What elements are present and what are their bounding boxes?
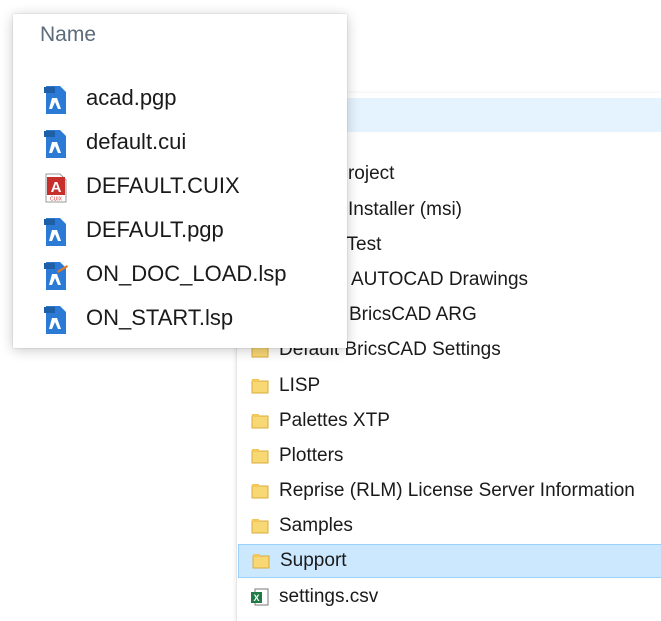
list-item[interactable]: Plotters (238, 439, 661, 473)
lsp-file-icon (43, 305, 69, 335)
folder-icon (251, 551, 271, 571)
file-label: acad.pgp (86, 85, 177, 110)
item-label: BricsCAD ARG (349, 304, 477, 325)
file-label: DEFAULT.CUIX (86, 173, 240, 198)
file-item[interactable]: DEFAULT.pgp (13, 209, 347, 253)
list-item[interactable]: Samples (238, 509, 661, 543)
item-label: AUTOCAD Drawings (351, 269, 529, 290)
item-label: Plotters (279, 445, 344, 466)
folder-icon (250, 376, 270, 396)
file-item[interactable]: ON_DOC_LOAD.lsp (13, 253, 347, 297)
list-item[interactable]: Palettes XTP (238, 404, 661, 438)
file-label: ON_DOC_LOAD.lsp (86, 261, 287, 286)
file-label: DEFAULT.pgp (86, 217, 224, 242)
file-item[interactable]: A CUIX DEFAULT.CUIX (13, 165, 347, 209)
file-item[interactable]: acad.pgp (13, 77, 347, 121)
name-column-header[interactable]: Name (40, 23, 96, 47)
svg-text:X: X (253, 593, 259, 603)
file-label: ON_START.lsp (86, 305, 234, 330)
folder-icon (250, 481, 270, 501)
item-label: Palettes XTP (279, 410, 390, 431)
screenshot-stage: sk Project D Installer (msi) d Test AUTO… (0, 0, 661, 621)
file-item[interactable]: default.cui (13, 121, 347, 165)
svg-text:CUIX: CUIX (50, 197, 63, 203)
list-item-selected[interactable]: Support (238, 544, 661, 578)
item-label: Reprise (RLM) License Server Information (279, 480, 635, 501)
list-item[interactable]: Reprise (RLM) License Server Information (238, 474, 661, 508)
folder-icon (250, 411, 270, 431)
cuix-file-icon: A CUIX (43, 173, 69, 203)
file-popup-panel: Name acad.pgp default.cui A CUIX DEFAULT.… (13, 14, 347, 348)
folder-icon (250, 446, 270, 466)
list-item[interactable]: X settings.csv (238, 580, 661, 614)
item-label: Support (280, 550, 347, 571)
item-label: LISP (279, 375, 321, 396)
lsp-file-icon (43, 261, 69, 291)
list-item[interactable]: LISP (238, 369, 661, 403)
item-label: settings.csv (279, 586, 379, 607)
pgp-file-icon (43, 85, 69, 115)
excel-file-icon: X (250, 587, 270, 607)
folder-icon (250, 516, 270, 536)
svg-text:A: A (51, 179, 62, 196)
cui-file-icon (43, 129, 69, 159)
file-item[interactable]: ON_START.lsp (13, 297, 347, 341)
file-label: default.cui (86, 129, 187, 154)
pgp-file-icon (43, 217, 69, 247)
item-label: Samples (279, 515, 353, 536)
item-label: D Installer (msi) (329, 199, 463, 220)
